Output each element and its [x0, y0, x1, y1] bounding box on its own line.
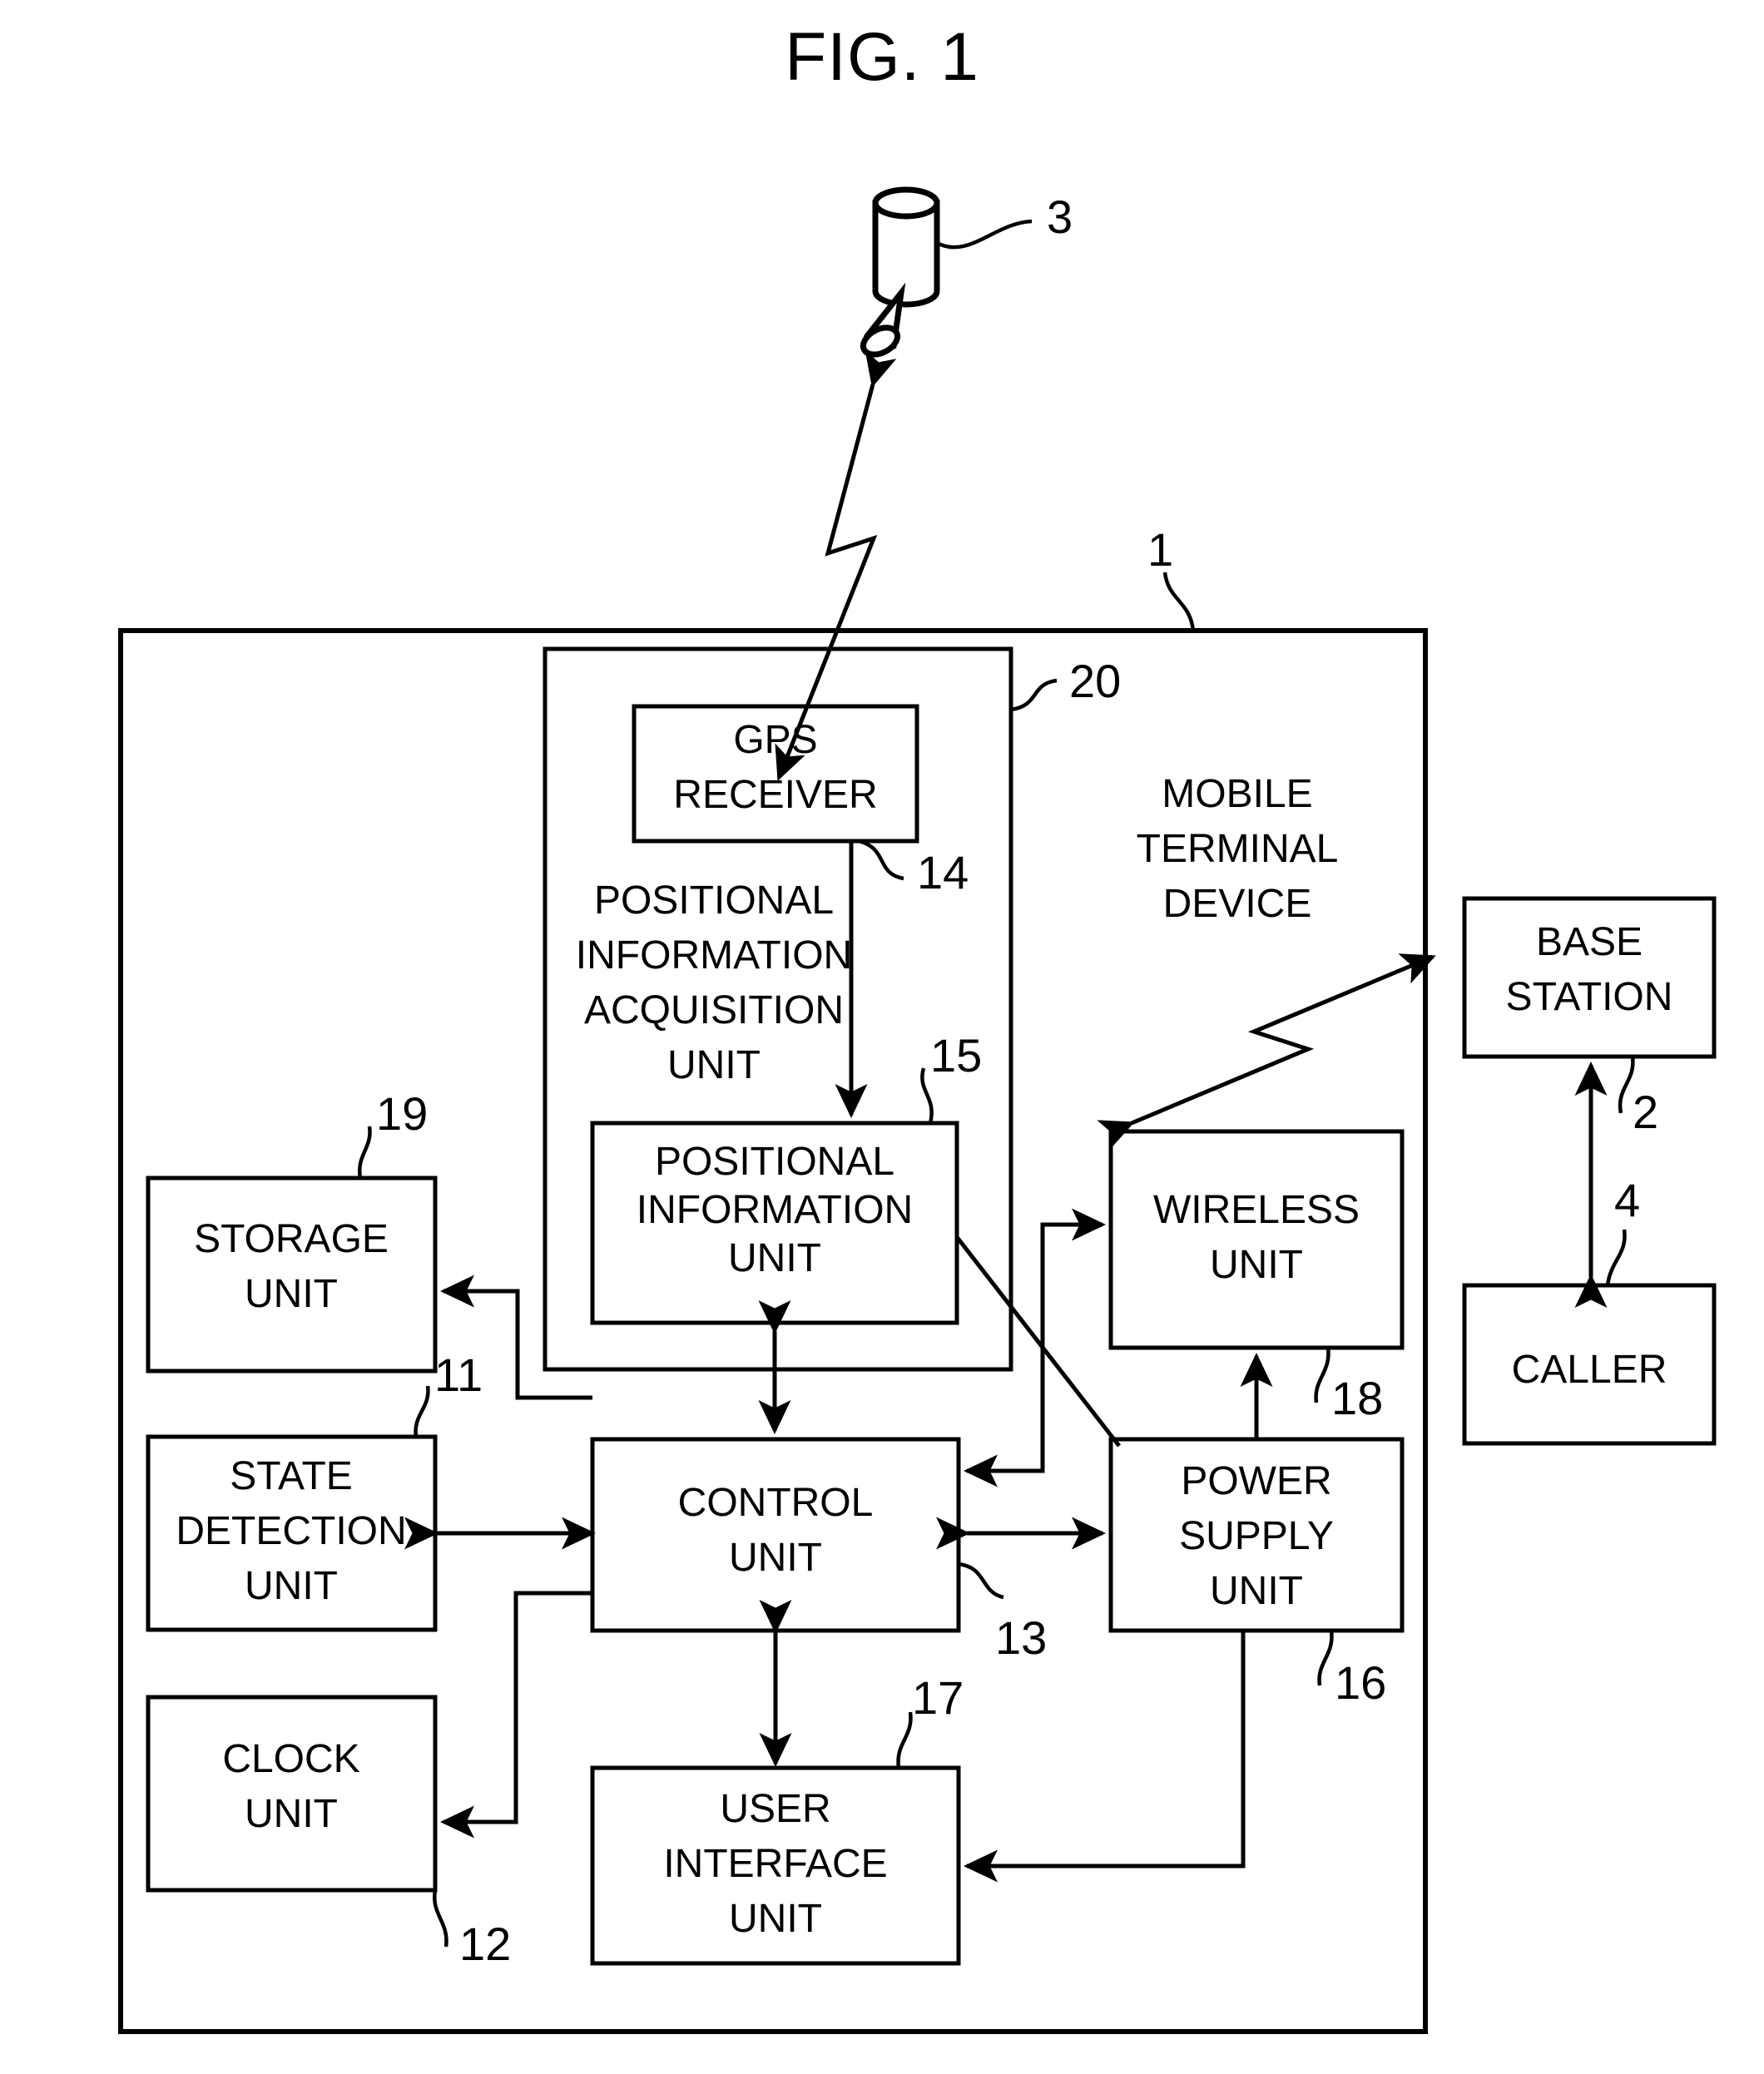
ref-numeral-1: 1 [1147, 523, 1173, 576]
ref-numeral-18: 18 [1331, 1372, 1383, 1424]
leader-line-2 [1618, 1056, 1635, 1114]
leader-line-1 [1162, 572, 1196, 631]
piau-line-2: ACQUISITION [584, 988, 844, 1032]
uiu-label-2: UNIT [729, 1897, 822, 1941]
ref-numeral-15: 15 [930, 1029, 982, 1082]
leader-line-19 [357, 1126, 372, 1179]
base-station-label-0: BASE [1536, 920, 1643, 964]
piu-label-0: POSITIONAL [655, 1140, 894, 1184]
psu-label-0: POWER [1181, 1459, 1331, 1503]
clock-unit-label-1: UNIT [245, 1792, 338, 1836]
figure-page: FIG. 1 3 1 MOBILE TERMINAL DEVICE 20 POS… [0, 0, 1764, 2074]
piau-line-3: UNIT [667, 1043, 761, 1087]
mobile-terminal-device-label: MOBILE TERMINAL DEVICE [1137, 772, 1339, 926]
block-diagram-canvas: 3 1 MOBILE TERMINAL DEVICE 20 POSITIONAL… [118, 186, 1717, 2034]
wireless-link-lightning-icon [1097, 953, 1436, 1151]
sdu-label-0: STATE [230, 1454, 353, 1498]
leader-line-4 [1605, 1229, 1627, 1286]
sdu-label-2: UNIT [245, 1564, 338, 1608]
caller-label-0: CALLER [1512, 1348, 1667, 1392]
wireless-unit-label-1: UNIT [1210, 1243, 1303, 1287]
ref-numeral-12: 12 [459, 1918, 511, 1970]
ref-numeral-14: 14 [917, 846, 969, 898]
piu-label-1: INFORMATION [637, 1188, 913, 1232]
sdu-label-1: DETECTION [176, 1509, 406, 1553]
arrow-control-to-wireless [1040, 1208, 1106, 1471]
positional-information-acquisition-unit-label: POSITIONAL INFORMATION ACQUISITION UNIT [576, 879, 852, 1087]
ref-numeral-20: 20 [1069, 655, 1121, 707]
ref-numeral-3: 3 [1047, 191, 1073, 243]
psu-label-1: SUPPLY [1179, 1514, 1334, 1558]
leader-line-18 [1314, 1347, 1330, 1403]
clock-unit-label-0: CLOCK [222, 1737, 359, 1781]
ref-numeral-2: 2 [1633, 1086, 1658, 1138]
arrow-power-supply-to-user-interface [964, 1631, 1246, 1883]
mtd-line-2: DEVICE [1163, 882, 1312, 926]
gps-receiver-label-0: GPS [733, 718, 817, 762]
line-positional-info-to-power-supply [955, 1235, 1121, 1448]
ref-numeral-19: 19 [376, 1087, 428, 1140]
gps-receiver-label-1: RECEIVER [673, 773, 877, 817]
ref-numeral-13: 13 [995, 1611, 1047, 1664]
ref-numeral-11: 11 [434, 1349, 483, 1401]
leader-line-14 [858, 839, 904, 881]
control-unit-label-0: CONTROL [678, 1481, 874, 1525]
ref-numeral-16: 16 [1335, 1656, 1386, 1709]
wireless-unit-box[interactable] [1108, 1129, 1405, 1350]
uiu-label-0: USER [720, 1787, 830, 1831]
leader-line-12 [433, 1889, 448, 1948]
piau-line-0: POSITIONAL [594, 879, 834, 923]
arrow-control-to-clock [440, 1591, 592, 1839]
mtd-line-0: MOBILE [1162, 772, 1312, 816]
storage-unit-label-1: UNIT [245, 1272, 338, 1316]
mtd-line-1: TERMINAL [1137, 827, 1339, 871]
leader-line-17 [896, 1711, 913, 1769]
piu-label-2: UNIT [728, 1236, 821, 1280]
psu-label-2: UNIT [1210, 1569, 1303, 1613]
control-unit-label-1: UNIT [729, 1536, 822, 1580]
leader-line-16 [1317, 1630, 1334, 1686]
ref-numeral-4: 4 [1614, 1174, 1640, 1226]
gps-satellite-icon [860, 186, 940, 358]
leader-line-20 [1010, 678, 1058, 712]
wireless-unit-label-0: WIRELESS [1153, 1188, 1360, 1232]
arrow-into-control-top-right [964, 1414, 1045, 1487]
piau-line-1: INFORMATION [576, 933, 852, 978]
storage-unit-label-0: STORAGE [194, 1217, 389, 1261]
uiu-label-1: INTERFACE [663, 1842, 887, 1886]
leader-line-3 [935, 219, 1033, 250]
ref-numeral-17: 17 [912, 1671, 964, 1724]
control-unit-box[interactable] [590, 1437, 961, 1633]
base-station-label-1: STATION [1506, 975, 1673, 1019]
leader-line-11 [414, 1385, 430, 1438]
leader-line-13 [958, 1562, 1004, 1600]
